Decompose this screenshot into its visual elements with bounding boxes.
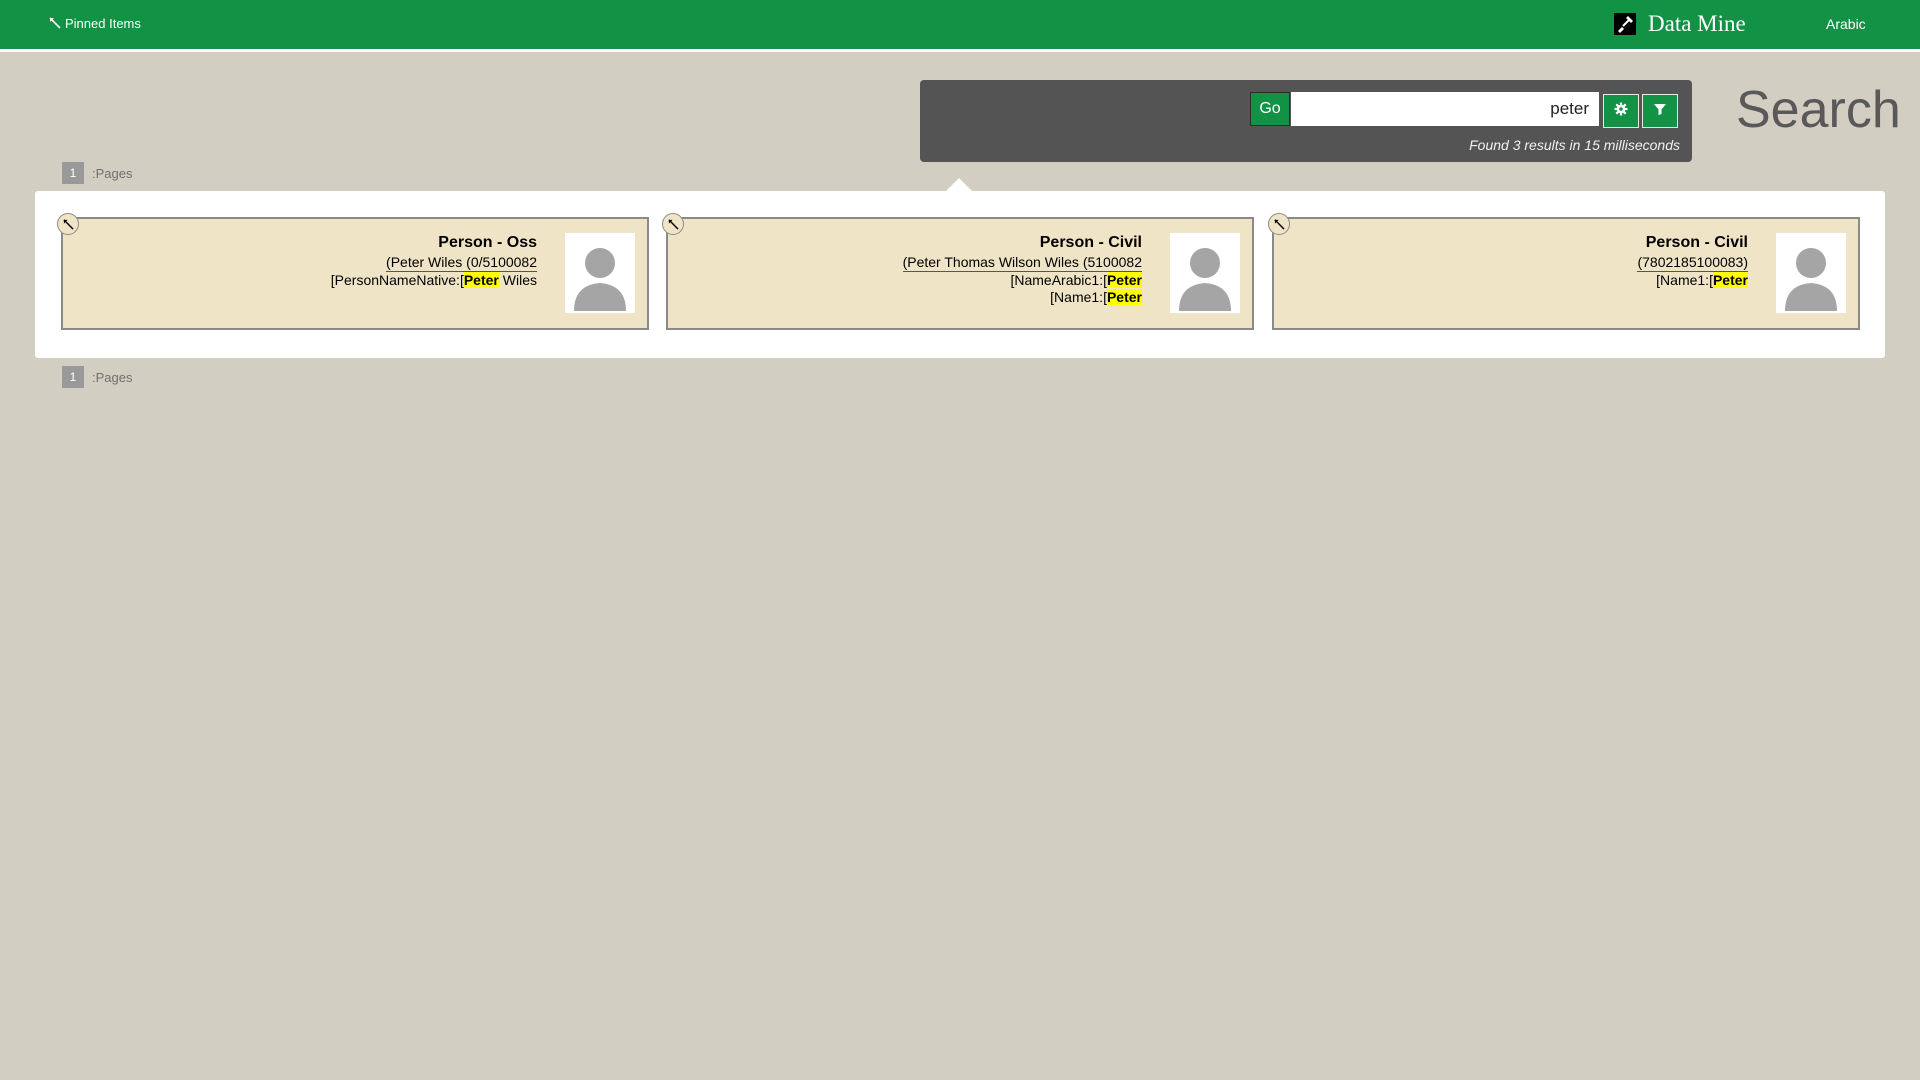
result-title: Person - Civil: [1039, 234, 1142, 251]
match-highlight: Peter: [1712, 272, 1748, 288]
result-match-line: [PersonNameNative:[Peter Wiles: [330, 272, 537, 288]
filter-button[interactable]: [1642, 94, 1678, 128]
results-caret: [946, 178, 972, 191]
match-highlight: Peter: [1106, 289, 1142, 305]
avatar: [565, 233, 635, 313]
top-nav-bar: Pinned Items Data Mine Arabic: [0, 0, 1920, 52]
pagination-bottom: 1 :Pages: [62, 366, 132, 388]
pin-icon[interactable]: [662, 213, 684, 235]
pin-icon: [49, 16, 61, 31]
search-panel: Go Found 3 results in 15 milliseconds: [920, 80, 1692, 162]
result-match-line: [Name1:[Peter: [1050, 289, 1142, 305]
result-card-text: Person - Civil (7802185100083) [Name1:[P…: [1328, 233, 1748, 289]
person-silhouette-icon: [1776, 248, 1846, 317]
result-card-text: Person - Oss (Peter Wiles (0/5100082 [Pe…: [117, 233, 537, 289]
result-card[interactable]: Person - Civil (Peter Thomas Wilson Wile…: [662, 213, 1254, 330]
result-subtitle-link[interactable]: (Peter Wiles (0/5100082: [386, 253, 537, 272]
shovel-icon: [1614, 13, 1636, 35]
result-card-text: Person - Civil (Peter Thomas Wilson Wile…: [722, 233, 1142, 306]
brand-name: Data Mine: [1648, 11, 1746, 36]
pin-icon[interactable]: [57, 213, 79, 235]
avatar: [1170, 233, 1240, 313]
filter-icon: [1653, 102, 1667, 121]
gear-icon: [1614, 102, 1628, 121]
pin-icon[interactable]: [1268, 213, 1290, 235]
results-info: Found 3 results in 15 milliseconds: [1469, 137, 1680, 153]
result-subtitle-link[interactable]: (7802185100083): [1637, 253, 1748, 272]
pages-label: :Pages: [92, 369, 133, 385]
language-switch-link[interactable]: Arabic: [1826, 16, 1866, 32]
person-silhouette-icon: [1170, 248, 1240, 317]
page-button[interactable]: 1: [62, 162, 84, 184]
pinned-items-label: Pinned Items: [65, 16, 141, 31]
page-title: Search: [1736, 81, 1901, 139]
brand[interactable]: Data Mine: [1614, 9, 1746, 39]
page-button[interactable]: 1: [62, 366, 84, 388]
result-subtitle-link[interactable]: (Peter Thomas Wilson Wiles (5100082: [902, 253, 1142, 272]
settings-button[interactable]: [1603, 94, 1639, 128]
match-highlight: Peter: [463, 272, 499, 288]
match-highlight: Peter: [1106, 272, 1142, 288]
result-match-line: [NameArabic1:[Peter: [1010, 272, 1142, 288]
avatar: [1776, 233, 1846, 313]
pagination-top: 1 :Pages: [62, 162, 132, 184]
search-input[interactable]: [1291, 92, 1599, 126]
pinned-items-link[interactable]: Pinned Items: [49, 16, 141, 31]
result-title: Person - Civil: [1645, 234, 1748, 251]
go-button[interactable]: Go: [1250, 92, 1290, 126]
result-title: Person - Oss: [438, 234, 537, 251]
result-card[interactable]: Person - Oss (Peter Wiles (0/5100082 [Pe…: [57, 213, 649, 330]
result-match-line: [Name1:[Peter: [1656, 272, 1748, 288]
person-silhouette-icon: [565, 248, 635, 317]
result-card[interactable]: Person - Civil (7802185100083) [Name1:[P…: [1268, 213, 1860, 330]
pages-label: :Pages: [92, 165, 133, 181]
